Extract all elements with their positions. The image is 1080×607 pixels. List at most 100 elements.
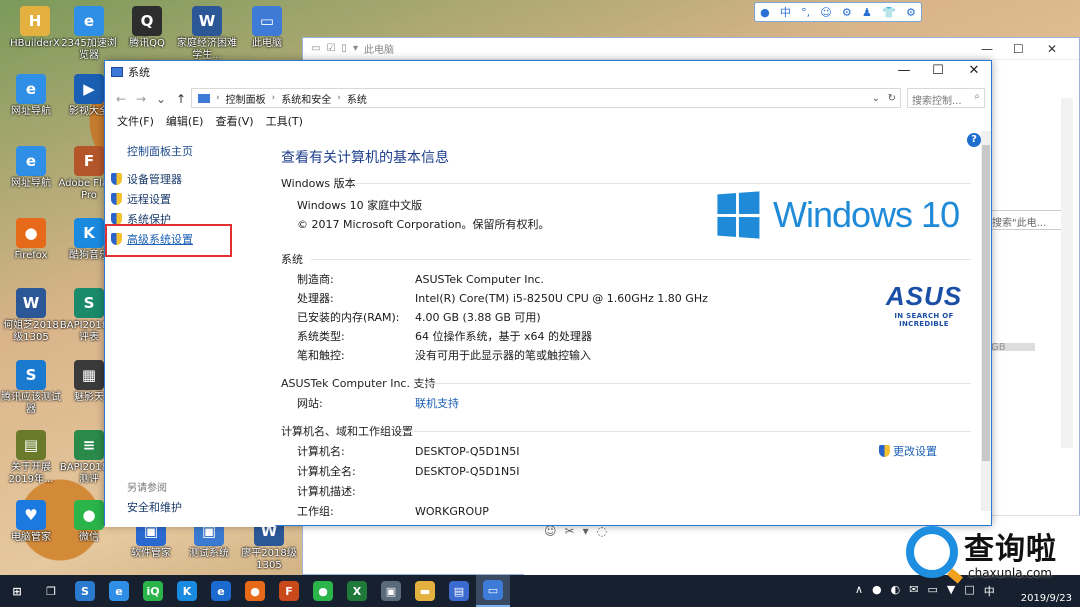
desktop-icon[interactable]: S 腾讯应该测试器 (0, 360, 62, 416)
breadcrumb-system-security[interactable]: 系统和安全 (281, 91, 331, 106)
help-icon[interactable]: ? (967, 133, 981, 147)
app-icon: ▦ (74, 360, 104, 390)
address-bar[interactable]: › 控制面板 › 系统和安全 › 系统 ⌄ ↻ (191, 88, 901, 108)
desktop-icon-label: 电脑管家 (11, 532, 51, 543)
desktop-icon[interactable]: Q 腾讯QQ (116, 6, 178, 50)
bg-close-button[interactable]: ✕ (1047, 42, 1057, 56)
desktop-icon[interactable]: W 何姐芝2018级1305 (0, 288, 62, 344)
taskbar-sogou-button[interactable]: S (68, 575, 102, 607)
menu-tools[interactable]: 工具(T) (266, 113, 303, 129)
watermark-text: 查询啦 (964, 532, 1057, 567)
desktop-icon-label: 网址导航 (11, 178, 51, 189)
ime-button[interactable]: ♟ (862, 6, 872, 19)
edition-section-title: Windows 版本 (281, 177, 356, 190)
forward-icon[interactable]: → (131, 92, 151, 106)
sidebar-item-remote-settings[interactable]: 远程设置 (111, 191, 171, 207)
ime-button[interactable]: 中 (780, 4, 791, 20)
tray-icon[interactable]: ◐ (891, 583, 901, 599)
taskbar-flash-button[interactable]: F (272, 575, 306, 607)
taskbar-ie-button[interactable]: e (102, 575, 136, 607)
online-support-link[interactable]: 联机支持 (415, 397, 459, 410)
computer-section-title: 计算机名、域和工作组设置 (281, 425, 413, 438)
photos-icon: ▣ (381, 581, 401, 601)
desktop-icon[interactable]: e 网址导航 (0, 74, 62, 118)
change-settings-link[interactable]: 更改设置 (879, 443, 937, 459)
taskbar-task-view-button[interactable]: ❐ (34, 575, 68, 607)
menu-view[interactable]: 查看(V) (215, 113, 253, 129)
taskbar-system-button[interactable]: ▭ (476, 575, 510, 607)
taskbar-start-button[interactable]: ⊞ (0, 575, 34, 607)
highlight-box (105, 224, 232, 257)
bg-maximize-button[interactable]: ☐ (1013, 42, 1024, 56)
computer-row-description: 计算机描述: (297, 485, 356, 498)
asus-logo: ASUS IN SEARCH OF INCREDIBLE (885, 281, 963, 328)
ime-button[interactable]: 👕 (882, 6, 896, 19)
breadcrumb-system[interactable]: 系统 (347, 91, 367, 106)
ime-button[interactable]: ⚙ (842, 6, 852, 19)
taskbar-wechat-button[interactable]: ● (306, 575, 340, 607)
ime-button[interactable]: ⚙ (906, 6, 916, 19)
taskbar-store-button[interactable]: ▤ (442, 575, 476, 607)
see-also-label: 另请参阅 (127, 483, 167, 494)
ime-toolbar[interactable]: ● 中 °, ☺ ⚙ ♟ 👕 ⚙ (754, 2, 922, 22)
desktop-icon-label: HBuilderX (10, 38, 60, 49)
taskbar-firefox-button[interactable]: ● (238, 575, 272, 607)
breadcrumb-control-panel[interactable]: 控制面板 (226, 91, 266, 106)
taskbar-edge-button[interactable]: e (204, 575, 238, 607)
windows-flag-icon (717, 191, 760, 239)
clock-date: 2019/9/23 (1020, 592, 1072, 604)
desktop-icon[interactable]: ▭ 此电脑 (236, 6, 298, 50)
bg-scrollbar[interactable] (1061, 98, 1073, 448)
desktop-icon[interactable]: H HBuilderX (4, 6, 66, 50)
refresh-icon[interactable]: ↻ (888, 93, 896, 104)
desktop-icon-label: 腾讯应该测试器 (1, 392, 61, 415)
desktop-icon[interactable]: ▤ 关于开展2019年... (0, 430, 62, 486)
desktop-icon[interactable]: W 家庭经济困难学生... (176, 6, 238, 62)
kugou-icon: K (177, 581, 197, 601)
sidebar-home-link[interactable]: 控制面板主页 (127, 143, 193, 159)
app-icon: F (74, 146, 104, 176)
scrollbar-thumb[interactable] (982, 145, 990, 461)
menu-edit[interactable]: 编辑(E) (166, 113, 204, 129)
control-panel-search-input[interactable]: 搜索控制... ⌕ (907, 88, 985, 108)
recent-chevron-icon[interactable]: ⌄ (151, 92, 171, 106)
menu-file[interactable]: 文件(F) (117, 113, 154, 129)
ime-button[interactable]: °, (801, 6, 810, 19)
bg-minimize-button[interactable]: — (981, 42, 993, 56)
taskbar-excel-button[interactable]: X (340, 575, 374, 607)
taskbar-iqiyi-button[interactable]: iQ (136, 575, 170, 607)
vertical-scrollbar[interactable] (981, 131, 991, 511)
taskbar-explorer-button[interactable]: ▬ (408, 575, 442, 607)
store-icon: ▤ (449, 581, 469, 601)
maximize-button[interactable]: ☐ (923, 63, 953, 78)
ime-button[interactable]: ● (760, 6, 770, 19)
search-icon: ⌕ (974, 91, 980, 102)
up-icon[interactable]: ↑ (171, 92, 191, 106)
ime-button[interactable]: ☺ (820, 6, 831, 19)
app-icon: K (74, 218, 104, 248)
background-window-title: 此电脑 (363, 45, 394, 56)
taskbar-photos-button[interactable]: ▣ (374, 575, 408, 607)
back-icon[interactable]: ← (111, 92, 131, 106)
security-maintenance-link[interactable]: 安全和维护 (127, 499, 182, 515)
window-title: 系统 (128, 66, 150, 79)
control-panel-icon (198, 93, 210, 103)
minimize-button[interactable]: — (889, 63, 919, 78)
app-icon: ▤ (16, 430, 46, 460)
desktop-icon[interactable]: e 2345加速浏览器 (58, 6, 120, 62)
desktop-icon[interactable]: ♥ 电脑管家 (0, 500, 62, 544)
sidebar-item-device-manager[interactable]: 设备管理器 (111, 171, 182, 187)
taskbar-kugou-button[interactable]: K (170, 575, 204, 607)
desktop-icon[interactable]: ● Firefox (0, 218, 62, 262)
desktop-icon[interactable]: e 网址导航 (0, 146, 62, 190)
support-section-title: ASUSTek Computer Inc. 支持 (281, 377, 436, 390)
page-title: 查看有关计算机的基本信息 (281, 150, 449, 166)
address-dropdown-icon[interactable]: ⌄ (872, 93, 880, 104)
close-button[interactable]: ✕ (959, 63, 989, 78)
system-row-type: 系统类型: 64 位操作系统，基于 x64 的处理器 (297, 330, 592, 343)
address-row: ← → ⌄ ↑ › 控制面板 › 系统和安全 › 系统 ⌄ ↻ 搜索控制... … (111, 88, 987, 110)
tray-icon[interactable]: ∧ (855, 583, 863, 599)
app-icon: S (74, 288, 104, 318)
system-window[interactable]: 系统 — ☐ ✕ ← → ⌄ ↑ › 控制面板 › 系统和安全 › 系统 ⌄ ↻… (104, 60, 992, 527)
tray-icon[interactable]: ● (872, 583, 882, 599)
